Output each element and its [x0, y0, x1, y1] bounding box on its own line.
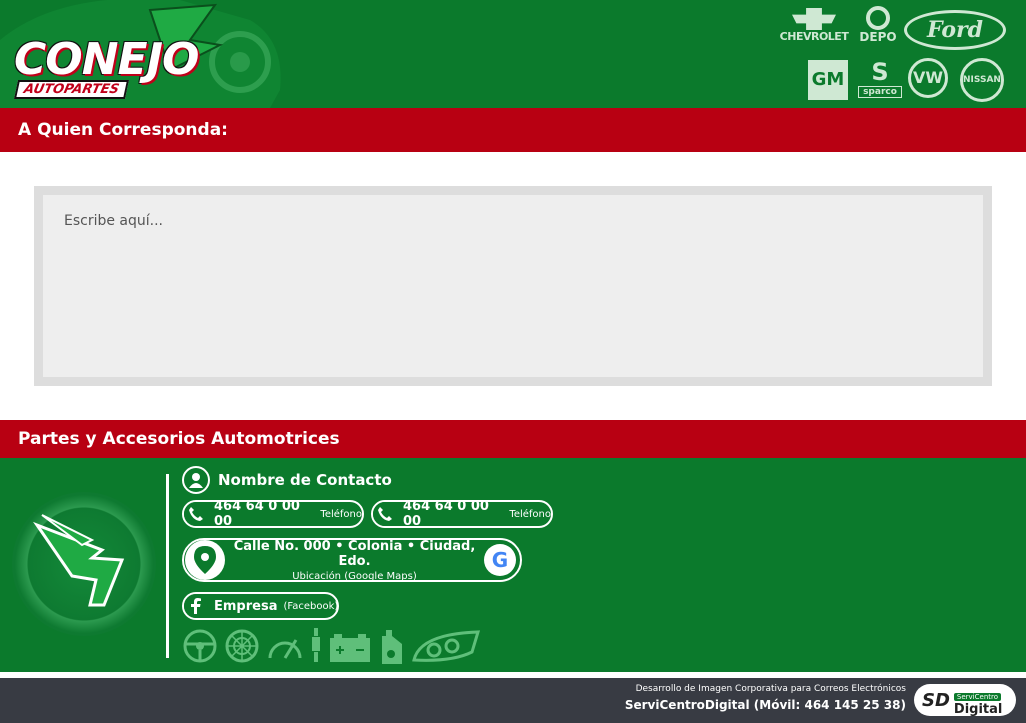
spark-plug-icon [310, 628, 322, 664]
credit-line-1: Desarrollo de Imagen Corporativa para Co… [635, 684, 906, 694]
vw-logo: VW [908, 58, 948, 98]
phone-tag: Teléfono [320, 508, 362, 520]
company-logo[interactable]: CONEJO AUTOPARTES [0, 0, 290, 108]
wheel-icon [224, 628, 260, 664]
battery-icon [328, 632, 372, 664]
facebook-name: Empresa [214, 598, 278, 614]
rabbit-logo-icon [33, 514, 125, 607]
address-text: Calle No. 000 • Colonia • Ciudad, Edo. U… [225, 539, 484, 582]
phone-icon [184, 502, 208, 526]
credit-line-2[interactable]: ServiCentroDigital (Móvil: 464 145 25 38… [625, 698, 906, 712]
facebook-link[interactable]: Empresa (Facebook) [182, 592, 339, 620]
phone-link-1[interactable]: 464 64 0 00 00 Teléfono [182, 499, 364, 529]
brand-logos: CHEVROLET DEPO Ford GM S sparco VW NISSA… [778, 6, 1018, 102]
footer-divider [166, 474, 169, 658]
message-frame [34, 186, 992, 386]
address-map-link[interactable]: Calle No. 000 • Colonia • Ciudad, Edo. U… [182, 538, 522, 582]
sparco-logo: S sparco [858, 58, 902, 100]
address-line: Calle No. 000 • Colonia • Ciudad, Edo. [233, 538, 476, 569]
depo-logo: DEPO [856, 6, 900, 52]
ford-logo: Ford [904, 10, 1006, 50]
headlight-icon [412, 630, 480, 664]
contact-name-row: Nombre de Contacto [182, 466, 392, 494]
phone-number: 464 64 0 00 00 [403, 499, 489, 529]
logo-text: CONEJO [14, 34, 199, 85]
sd-mark-icon: SD [922, 689, 950, 711]
parts-icons [182, 628, 480, 664]
rabbit-emblem [12, 492, 156, 636]
address-tag: Ubicación (Google Maps) [292, 570, 417, 582]
oil-can-icon [378, 630, 406, 664]
sd-logo-small: ServiCentro [953, 692, 1002, 701]
header: CONEJO AUTOPARTES CHEVROLET DEPO Ford GM… [0, 0, 1026, 108]
contact-name: Nombre de Contacto [218, 471, 392, 489]
phone-number: 464 64 0 00 00 [214, 499, 300, 529]
map-pin-icon [185, 540, 225, 580]
chevrolet-logo: CHEVROLET [778, 6, 850, 52]
phone-link-2[interactable]: 464 64 0 00 00 Teléfono [371, 499, 553, 529]
credit-text: Desarrollo de Imagen Corporativa para Co… [625, 684, 906, 712]
nissan-logo: NISSAN [960, 58, 1004, 102]
depo-icon [866, 6, 890, 30]
phone-tag: Teléfono [509, 508, 551, 520]
gm-logo: GM [808, 60, 848, 100]
email-template: CONEJO AUTOPARTES CHEVROLET DEPO Ford GM… [0, 0, 1026, 723]
user-icon [182, 466, 210, 494]
greeting-bar: A Quien Corresponda: [0, 108, 1026, 152]
google-icon: G [484, 544, 516, 576]
chevrolet-bowtie-icon [792, 8, 836, 30]
section-title-bar: Partes y Accesorios Automotrices [0, 420, 1026, 458]
facebook-tag: (Facebook) [283, 600, 339, 612]
phone-icon [373, 502, 397, 526]
logo-subtitle: AUTOPARTES [13, 80, 129, 99]
message-input[interactable] [43, 195, 983, 377]
servicentro-digital-logo[interactable]: SD ServiCentro Digital [914, 684, 1016, 716]
facebook-icon [184, 594, 208, 618]
steering-wheel-icon [182, 628, 218, 664]
sd-logo-big: Digital [953, 701, 1003, 717]
footer-contact: Nombre de Contacto 464 64 0 00 00 Teléfo… [0, 458, 1026, 672]
gauge-icon [266, 628, 304, 664]
sparco-s-icon: S [871, 58, 889, 86]
credit-bar: Desarrollo de Imagen Corporativa para Co… [0, 678, 1026, 723]
